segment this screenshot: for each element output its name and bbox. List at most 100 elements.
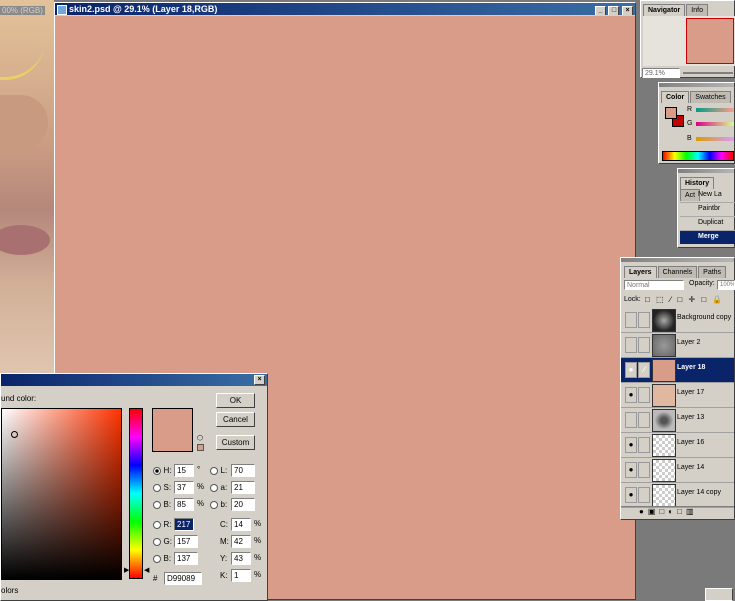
layer-name: Layer 16: [677, 439, 705, 446]
hue-radio[interactable]: [153, 466, 161, 475]
layer-row[interactable]: ● Layer 16: [621, 433, 734, 458]
layer-thumbnail: [652, 409, 676, 432]
tab-history[interactable]: History: [680, 177, 715, 189]
brightness-field[interactable]: 85: [174, 498, 194, 511]
document-titlebar[interactable]: skin2.psd @ 29.1% (Layer 18,RGB) _ □ ×: [55, 3, 635, 15]
background-document[interactable]: 00% (RGB): [0, 0, 54, 380]
red-field[interactable]: 217: [174, 518, 194, 531]
web-safe-swatch[interactable]: [197, 444, 204, 451]
history-panel-titlebar[interactable]: [678, 169, 734, 173]
layers-panel-titlebar[interactable]: [621, 258, 734, 262]
lock-icons[interactable]: □ ⬚ ∕ □ ✛ □ 🔒: [645, 295, 724, 304]
navigator-zoom[interactable]: 29.1%: [642, 68, 680, 78]
color-picker-titlebar[interactable]: ×: [1, 374, 267, 386]
green-radio[interactable]: [153, 537, 161, 546]
layer-row[interactable]: Background copy: [621, 308, 734, 333]
lab-l-row: L: 70: [210, 464, 255, 477]
cancel-button[interactable]: Cancel: [216, 412, 255, 427]
visibility-toggle[interactable]: [625, 337, 637, 353]
link-toggle[interactable]: [638, 412, 650, 428]
link-toggle[interactable]: [638, 437, 650, 453]
history-item[interactable]: Duplicat: [680, 217, 735, 231]
hue-slider[interactable]: [129, 408, 143, 579]
eye-icon[interactable]: ●: [625, 437, 637, 453]
opacity-field[interactable]: 100%: [717, 280, 735, 290]
eye-icon[interactable]: ●: [625, 462, 637, 478]
tab-navigator[interactable]: Navigator: [643, 4, 686, 16]
navigator-zoom-slider[interactable]: [683, 72, 733, 74]
saturation-radio[interactable]: [153, 483, 161, 492]
cyan-field[interactable]: 14: [231, 518, 251, 531]
green-field[interactable]: 157: [174, 535, 198, 548]
layer-row[interactable]: ● Layer 17: [621, 383, 734, 408]
bottom-right-widget[interactable]: [705, 588, 733, 601]
layer-thumbnail: [652, 434, 676, 457]
mask-icon[interactable]: ▣: [648, 507, 660, 516]
ok-button[interactable]: OK: [216, 393, 255, 408]
layer-row[interactable]: Layer 2: [621, 333, 734, 358]
blue-radio[interactable]: [153, 554, 161, 563]
hue-arrow-left: ▶: [124, 567, 130, 574]
link-toggle[interactable]: [638, 312, 650, 328]
hex-field[interactable]: D99089: [164, 572, 202, 585]
navigator-preview[interactable]: [686, 18, 734, 64]
yellow-field[interactable]: 43: [231, 552, 251, 565]
tab-paths[interactable]: Paths: [698, 266, 727, 278]
tab-swatches[interactable]: Swatches: [690, 91, 731, 103]
maximize-button[interactable]: □: [608, 5, 620, 15]
layer-row[interactable]: ● Layer 14: [621, 458, 734, 483]
link-toggle[interactable]: [638, 462, 650, 478]
cyan-unit: %: [254, 519, 262, 528]
navigator-panel: Navigator Info 29.1%: [640, 0, 735, 78]
lab-l-field[interactable]: 70: [231, 464, 255, 477]
lab-l-radio[interactable]: [210, 466, 218, 475]
custom-button[interactable]: Custom: [216, 435, 255, 450]
red-radio[interactable]: [153, 520, 161, 529]
layer-style-icon[interactable]: ●: [639, 507, 648, 516]
visibility-toggle[interactable]: [625, 412, 637, 428]
channel-r-slider[interactable]: [696, 108, 734, 112]
lab-a-field[interactable]: 21: [231, 481, 255, 494]
lab-a-radio[interactable]: [210, 483, 218, 492]
new-set-icon[interactable]: □: [659, 507, 668, 516]
channel-g-slider[interactable]: [696, 122, 734, 126]
black-field[interactable]: 1: [231, 569, 251, 582]
color-ramp[interactable]: [662, 151, 734, 161]
eye-icon[interactable]: ●: [625, 387, 637, 403]
tab-color[interactable]: Color: [661, 91, 690, 103]
history-item-selected[interactable]: Merge: [680, 231, 735, 244]
channel-b-slider[interactable]: [696, 137, 734, 141]
layer-row-selected[interactable]: ● ∕ Layer 18: [621, 358, 734, 383]
trash-icon[interactable]: ▥: [686, 507, 698, 516]
lab-b-radio[interactable]: [210, 500, 218, 509]
blend-mode-select[interactable]: Normal: [624, 280, 684, 290]
magenta-field[interactable]: 42: [231, 535, 251, 548]
gamut-warning-icon[interactable]: ⬡: [197, 434, 203, 442]
tab-layers[interactable]: Layers: [624, 266, 657, 278]
tab-info[interactable]: Info: [686, 4, 708, 16]
blue-field[interactable]: 137: [174, 552, 198, 565]
color-field[interactable]: [1, 408, 122, 580]
new-layer-icon[interactable]: □: [677, 507, 686, 516]
history-item[interactable]: Paintbr: [680, 203, 735, 217]
link-toggle[interactable]: [638, 337, 650, 353]
close-button[interactable]: ×: [622, 5, 633, 15]
foreground-swatch[interactable]: [665, 107, 677, 119]
hue-field[interactable]: 15: [174, 464, 194, 477]
history-item[interactable]: New La: [680, 189, 735, 203]
layer-row[interactable]: Layer 13: [621, 408, 734, 433]
dialog-close-button[interactable]: ×: [254, 375, 265, 385]
eye-icon[interactable]: ●: [625, 362, 637, 378]
adjustment-icon[interactable]: ◐: [668, 507, 677, 516]
saturation-field[interactable]: 37: [174, 481, 194, 494]
color-panel-titlebar[interactable]: [659, 83, 734, 87]
layer-row[interactable]: ● Layer 14 copy: [621, 483, 734, 508]
brightness-radio[interactable]: [153, 500, 161, 509]
eye-icon[interactable]: ●: [625, 487, 637, 503]
lab-b-field[interactable]: 20: [231, 498, 255, 511]
link-toggle[interactable]: [638, 487, 650, 503]
visibility-toggle[interactable]: [625, 312, 637, 328]
minimize-button[interactable]: _: [594, 5, 606, 15]
link-toggle[interactable]: [638, 387, 650, 403]
tab-channels[interactable]: Channels: [657, 266, 698, 278]
